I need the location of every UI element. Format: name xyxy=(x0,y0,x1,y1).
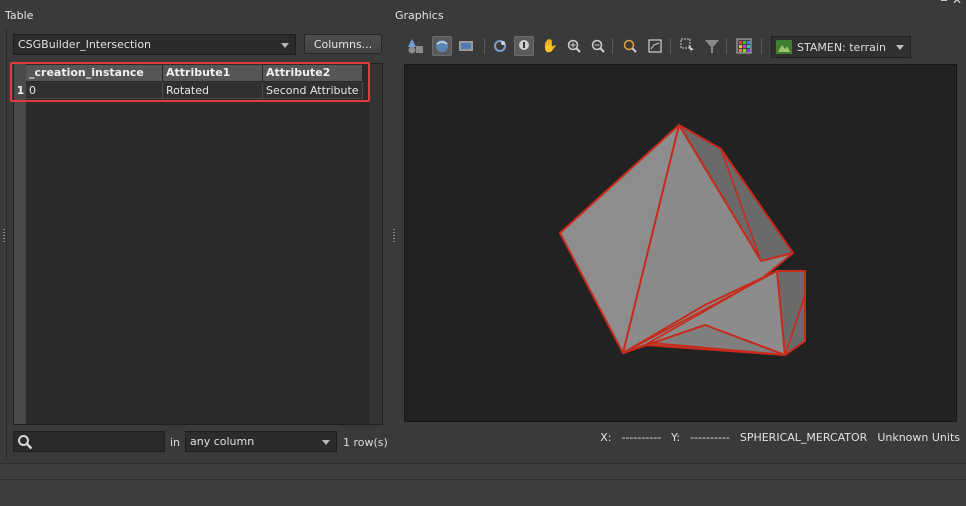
toolbar-separator xyxy=(761,38,762,54)
chevron-down-icon xyxy=(896,45,904,50)
in-label: in xyxy=(170,436,181,449)
select-features-icon[interactable] xyxy=(406,36,426,56)
3d-geometry-view[interactable] xyxy=(405,65,958,423)
close-icon[interactable]: ✕ xyxy=(952,0,962,7)
table-panel-title: Table xyxy=(5,9,34,22)
y-coordinate: ---------- xyxy=(690,431,730,444)
orbit-icon[interactable] xyxy=(432,36,452,56)
dataset-select[interactable]: CSGBuilder_Intersection xyxy=(13,34,296,55)
toolbar-separator xyxy=(670,38,671,54)
row-count: 1 row(s) xyxy=(343,436,388,449)
chevron-down-icon xyxy=(281,43,289,48)
column-scope-select[interactable]: any column xyxy=(185,431,337,452)
graphics-panel-title: Graphics xyxy=(395,9,444,22)
bottom-panel xyxy=(0,463,966,506)
column-scope-value: any column xyxy=(190,435,255,448)
pan-icon[interactable]: ✋ xyxy=(540,36,560,56)
restore-icon[interactable] xyxy=(941,0,947,1)
basemap-value: STAMEN: terrain xyxy=(797,40,886,54)
magnifier-icon[interactable] xyxy=(620,36,640,56)
graphics-viewport[interactable] xyxy=(404,64,957,422)
identify-icon[interactable] xyxy=(514,36,534,56)
search-input[interactable] xyxy=(13,431,165,452)
toolbar-separator xyxy=(612,38,613,54)
dataset-select-value: CSGBuilder_Intersection xyxy=(18,38,152,51)
toolbar-separator xyxy=(484,38,485,54)
x-coordinate: ---------- xyxy=(621,431,662,444)
units-label: Unknown Units xyxy=(877,431,960,444)
y-label: Y: xyxy=(671,431,681,444)
projection-label: SPHERICAL_MERCATOR xyxy=(739,431,868,444)
camera-icon[interactable] xyxy=(456,36,476,56)
highlight-box xyxy=(10,62,370,102)
search-icon xyxy=(18,435,33,450)
divider xyxy=(0,479,966,480)
x-label: X: xyxy=(600,431,612,444)
map-layer-icon xyxy=(776,40,792,54)
basemap-select[interactable]: STAMEN: terrain xyxy=(771,36,911,58)
color-grid-icon[interactable] xyxy=(734,36,754,56)
selection-tool-icon[interactable] xyxy=(678,36,698,56)
attribute-table[interactable]: _creation_instance Attribute1 Attribute2… xyxy=(13,63,383,425)
zoom-in-icon[interactable] xyxy=(564,36,584,56)
left-splitter-handle[interactable] xyxy=(3,229,5,243)
columns-button[interactable]: Columns... xyxy=(304,34,382,54)
row-header-column xyxy=(14,64,26,424)
zoom-out-icon[interactable] xyxy=(588,36,608,56)
coordinate-status-bar: X: ---------- Y: ---------- SPHERICAL_ME… xyxy=(560,431,960,449)
zoom-extent-icon[interactable] xyxy=(645,36,665,56)
toolbar-separator xyxy=(726,38,727,54)
sync-icon[interactable] xyxy=(490,36,510,56)
filter-icon[interactable] xyxy=(702,36,722,56)
vertical-scrollbar[interactable] xyxy=(370,64,382,424)
chevron-down-icon xyxy=(322,440,330,445)
